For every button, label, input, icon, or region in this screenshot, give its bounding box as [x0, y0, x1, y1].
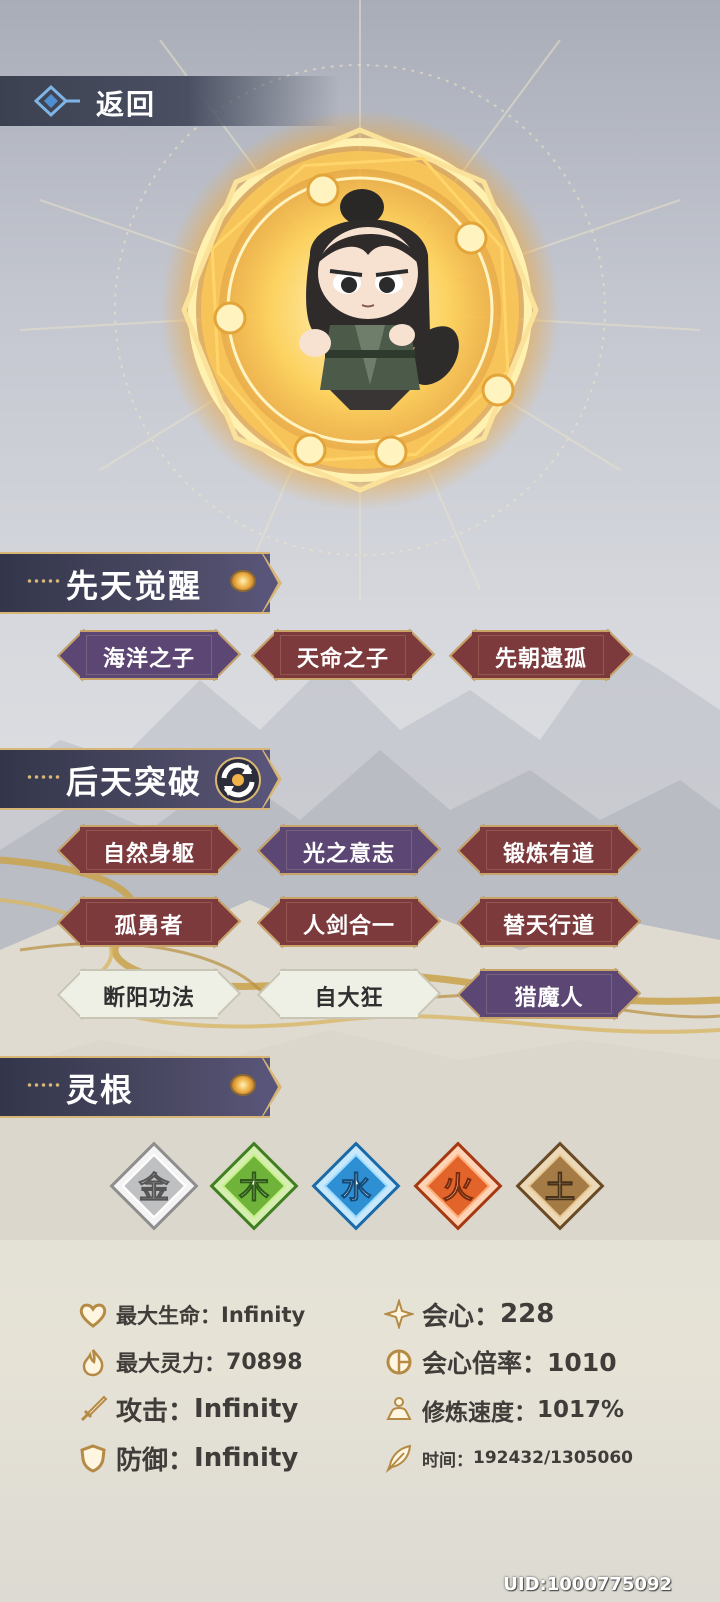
feather-icon [385, 1444, 412, 1473]
element-fire-icon[interactable]: 火 [412, 1140, 504, 1232]
innate-tag-1[interactable]: 海洋之子 [56, 628, 242, 682]
stat-crit: 会心： 228 [384, 1296, 554, 1332]
back-arrow-icon[interactable] [34, 84, 82, 118]
stat-max-hp: 最大生命： Infinity [78, 1297, 305, 1333]
stat-attack: 攻击： Infinity [78, 1391, 298, 1427]
innate-awakening-title: 先天觉醒 [66, 567, 203, 605]
innate-tag-3[interactable]: 先朝遗孤 [448, 628, 634, 682]
acquired-breakthrough-header: 后天突破 [0, 748, 282, 810]
spirit-root-title: 灵根 [66, 1071, 135, 1109]
acquired-tag-1[interactable]: 自然身躯 [56, 823, 242, 877]
acquired-tag-5[interactable]: 人剑合一 [256, 895, 442, 949]
back-button[interactable]: 返回 [96, 83, 156, 123]
stat-cultivation-speed: 修炼速度： 1017% [384, 1392, 624, 1428]
meditation-icon [386, 1397, 412, 1420]
stat-crit-multiplier: 会心倍率： 1010 [384, 1344, 617, 1380]
acquired-tag-4[interactable]: 孤勇者 [56, 895, 242, 949]
sword-icon [80, 1395, 108, 1422]
acquired-tag-8[interactable]: 自大狂 [256, 967, 442, 1021]
element-earth-icon[interactable]: 土 [514, 1140, 606, 1232]
gem-icon [232, 1076, 254, 1094]
stat-defense: 防御： Infinity [78, 1440, 298, 1476]
element-metal-icon[interactable]: 金 [108, 1140, 200, 1232]
refresh-icon[interactable] [212, 754, 264, 806]
stat-time: 时间： 192432/1305060 [384, 1440, 633, 1476]
svg-text:土: 土 [545, 1171, 575, 1206]
svg-text:金: 金 [138, 1171, 170, 1206]
gem-icon [232, 572, 254, 590]
stat-max-sp: 最大灵力： 70898 [78, 1344, 303, 1380]
flame-icon [82, 1349, 104, 1377]
acquired-tag-2[interactable]: 光之意志 [256, 823, 442, 877]
acquired-tag-7[interactable]: 断阳功法 [56, 967, 242, 1021]
svg-text:水: 水 [341, 1171, 372, 1206]
element-water-icon[interactable]: 水 [310, 1140, 402, 1232]
innate-awakening-header: 先天觉醒 [0, 552, 282, 614]
user-id: UID:1000775092 [503, 1574, 672, 1595]
acquired-tag-9[interactable]: 猎魔人 [456, 967, 642, 1021]
top-bar: 返回 [0, 76, 340, 126]
svg-text:木: 木 [238, 1171, 269, 1206]
target-icon [386, 1349, 412, 1375]
element-wood-icon[interactable]: 木 [208, 1140, 300, 1232]
acquired-breakthrough-title: 后天突破 [66, 763, 203, 801]
shield-icon [80, 1444, 106, 1473]
character-avatar[interactable] [270, 185, 470, 415]
svg-text:火: 火 [443, 1171, 473, 1206]
star-burst-icon [384, 1299, 414, 1329]
spirit-root-header: 灵根 [0, 1056, 282, 1118]
acquired-tag-3[interactable]: 锻炼有道 [456, 823, 642, 877]
innate-tag-2[interactable]: 天命之子 [250, 628, 436, 682]
heart-icon [79, 1303, 107, 1328]
acquired-tag-6[interactable]: 替天行道 [456, 895, 642, 949]
